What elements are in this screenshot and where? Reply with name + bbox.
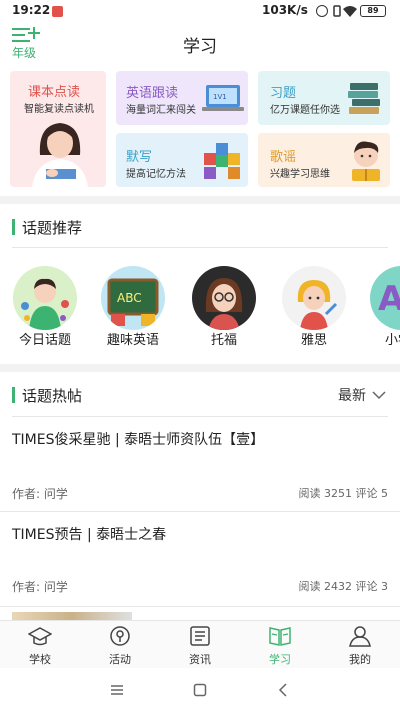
back-icon[interactable] xyxy=(278,683,288,697)
tab-news[interactable]: 资讯 xyxy=(160,621,240,669)
svg-text:A: A xyxy=(378,279,400,319)
tab-study[interactable]: 学习 xyxy=(240,621,320,669)
topic-item-toefl[interactable]: 托福 xyxy=(189,266,259,356)
chevron-down-icon xyxy=(372,391,386,400)
section-separator xyxy=(0,196,400,204)
tab-label: 我的 xyxy=(349,653,371,666)
alarm-icon xyxy=(316,5,328,17)
laptop-illustration: 1V1 xyxy=(202,85,244,111)
bottom-tab-bar: 学校 活动 资讯 学习 我的 xyxy=(0,620,400,668)
feature-card-exercises[interactable]: 习题 亿万课题任你选 xyxy=(258,71,390,125)
status-time: 19:22 xyxy=(12,3,51,17)
topic-avatar: ABC xyxy=(101,266,165,330)
topic-avatar xyxy=(192,266,256,330)
system-navigation-bar xyxy=(0,668,400,711)
feature-subtitle: 兴趣学习思维 xyxy=(270,169,330,180)
chalkboard-icon: ABC xyxy=(107,278,159,326)
post-item[interactable]: TIMES预告 | 泰晤士之春 作者: 问学 阅读 2432 评论 3 xyxy=(0,512,400,606)
topic-avatar xyxy=(13,266,77,330)
divider xyxy=(0,606,400,607)
location-icon xyxy=(110,626,130,646)
section-accent-bar xyxy=(12,219,15,235)
section-accent-bar xyxy=(12,387,15,403)
feature-title: 歌谣 xyxy=(270,150,297,165)
feature-subtitle: 亿万课题任你选 xyxy=(270,105,340,116)
feature-subtitle: 智能复读点读机 xyxy=(24,104,94,115)
post-author: 作者: 问学 xyxy=(12,580,68,594)
teacher-icon xyxy=(205,278,243,330)
tab-activity[interactable]: 活动 xyxy=(80,621,160,669)
feature-card-songs[interactable]: 歌谣 兴趣学习思维 xyxy=(258,133,390,187)
post-author: 作者: 问学 xyxy=(12,487,68,501)
feature-card-english-reading[interactable]: 英语跟读 海量词汇来闯关 1V1 xyxy=(116,71,248,125)
tab-label: 学校 xyxy=(29,653,51,666)
school-icon xyxy=(28,627,52,646)
post-title: TIMES俊采星驰 | 泰晤士师资队伍【壹】 xyxy=(12,432,265,448)
status-bar: 19:22 103K/s 89 xyxy=(0,0,400,22)
book-icon xyxy=(269,627,291,646)
topic-label: 雅思 xyxy=(300,333,327,348)
tab-label: 学习 xyxy=(269,653,291,666)
feature-title: 课本点读 xyxy=(28,85,81,100)
tab-profile[interactable]: 我的 xyxy=(320,621,400,669)
books-illustration xyxy=(348,83,380,114)
wifi-icon xyxy=(343,6,357,17)
feature-subtitle: 海量词汇来闯关 xyxy=(126,105,196,116)
topic-item-today[interactable]: 今日话题 xyxy=(10,266,80,356)
next-post-thumbnail xyxy=(12,612,132,620)
letter-a-icon: A xyxy=(378,279,400,319)
feature-title: 默写 xyxy=(126,150,153,165)
topic-avatar: A xyxy=(370,266,400,330)
person-icon xyxy=(349,626,371,647)
posts-section-header: 话题热帖 xyxy=(12,381,388,411)
feature-title: 英语跟读 xyxy=(126,86,179,101)
girl-reading-illustration xyxy=(32,123,88,187)
home-icon[interactable] xyxy=(193,683,207,697)
tab-school[interactable]: 学校 xyxy=(0,621,80,669)
section-separator xyxy=(0,364,400,372)
divider xyxy=(12,247,388,248)
page-title: 学习 xyxy=(183,37,217,57)
topic-label: 托福 xyxy=(210,333,237,348)
app-header: 年级 学习 xyxy=(0,22,400,64)
tab-label: 活动 xyxy=(109,653,131,666)
post-stats: 阅读 2432 评论 3 xyxy=(298,580,388,593)
cubes-illustration xyxy=(204,143,240,179)
sort-dropdown[interactable]: 最新 xyxy=(338,385,386,405)
news-icon xyxy=(190,626,210,646)
topic-avatar xyxy=(282,266,346,330)
topic-label: 小学 xyxy=(384,333,400,348)
post-title: TIMES预告 | 泰晤士之春 xyxy=(12,527,167,543)
tab-label: 资讯 xyxy=(189,653,211,666)
topic-item-primary[interactable]: A 小学 xyxy=(367,266,400,356)
boy-reading-illustration xyxy=(352,141,380,181)
section-title: 话题热帖 xyxy=(22,387,83,405)
post-item[interactable]: TIMES俊采星驰 | 泰晤士师资队伍【壹】 作者: 问学 阅读 3251 评论… xyxy=(0,417,400,511)
svg-text:1V1: 1V1 xyxy=(213,93,227,101)
battery-icon: 89 xyxy=(360,5,386,17)
feature-card-dictation[interactable]: 默写 提高记忆方法 xyxy=(116,133,248,187)
notification-icon xyxy=(52,6,63,17)
boy-microphone-icon xyxy=(21,278,69,330)
sort-label: 最新 xyxy=(338,388,366,404)
battery-level: 89 xyxy=(367,6,379,15)
topic-label: 今日话题 xyxy=(18,333,71,348)
section-title: 话题推荐 xyxy=(22,219,83,237)
topic-item-fun-english[interactable]: ABC 趣味英语 xyxy=(98,266,168,356)
topic-item-ielts[interactable]: 雅思 xyxy=(279,266,349,356)
post-stats: 阅读 3251 评论 5 xyxy=(298,487,388,500)
feature-subtitle: 提高记忆方法 xyxy=(126,169,186,180)
girl-writing-icon xyxy=(297,280,338,330)
feature-title: 习题 xyxy=(270,86,297,101)
svg-text:ABC: ABC xyxy=(117,291,142,305)
vibrate-icon xyxy=(333,5,341,17)
topics-section-header: 话题推荐 xyxy=(12,213,388,243)
feature-card-textbook[interactable]: 课本点读 智能复读点读机 xyxy=(10,71,106,187)
topic-label: 趣味英语 xyxy=(106,333,159,348)
network-speed: 103K/s xyxy=(262,3,308,17)
menu-icon[interactable] xyxy=(110,684,124,696)
